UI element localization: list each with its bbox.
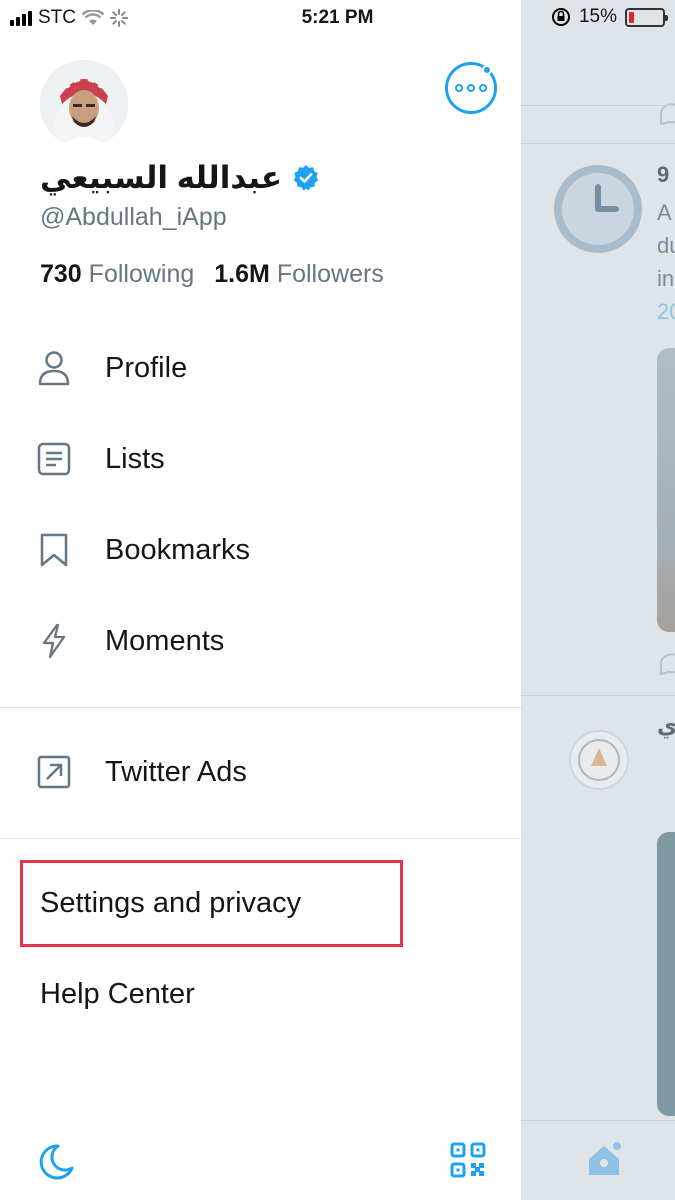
tweet-snippet: in (657, 266, 675, 291)
menu-item-bookmarks[interactable]: Bookmarks (0, 520, 521, 580)
menu-divider (0, 838, 521, 839)
battery-percent: 15% (578, 6, 617, 27)
menu-item-profile[interactable]: Profile (0, 338, 521, 398)
status-bar: STC 5:21 PM 15% (0, 0, 675, 36)
avatar-image (40, 60, 128, 148)
menu-item-moments[interactable]: Moments (0, 611, 521, 671)
tweet-snippet: A (657, 200, 672, 225)
following-count: 730 (40, 260, 82, 288)
menu-item-label: Profile (105, 351, 188, 384)
external-arrow-icon (36, 754, 72, 790)
timeline-divider (521, 143, 675, 144)
tweet-snippet: 9 (657, 162, 670, 187)
tab-bar (521, 1120, 675, 1200)
followers-count: 1.6M (214, 260, 270, 288)
drawer-bottom-bar (0, 1120, 521, 1200)
highlight-box (20, 860, 403, 947)
help-center-link[interactable]: Help Center (40, 978, 195, 1011)
bookmark-icon (36, 532, 72, 568)
timeline-background[interactable]: 9 A du in 20 ي (521, 0, 675, 1200)
reply-icon (659, 653, 675, 676)
clock-icon (562, 173, 634, 245)
menu-item-lists[interactable]: Lists (0, 429, 521, 489)
status-right: 15% (551, 6, 668, 28)
followers-label: Followers (276, 260, 384, 288)
emblem-icon (578, 739, 620, 781)
rotation-lock-icon (551, 8, 570, 26)
qr-code-icon[interactable] (450, 1142, 486, 1178)
lightning-icon (36, 623, 72, 659)
navigation-drawer: عبدالله السبيعي @Abdullah_iApp 730 Follo… (0, 0, 521, 1200)
timeline-divider (521, 105, 675, 106)
more-dot-icon (455, 84, 463, 92)
display-name[interactable]: عبدالله السبيعي (40, 160, 282, 196)
tweet-snippet: du (657, 233, 675, 258)
timeline-divider (521, 695, 675, 696)
more-dot-icon (467, 84, 475, 92)
profile-name-row: عبدالله السبيعي (40, 160, 320, 196)
followers-link[interactable]: 1.6M Followers (214, 260, 384, 289)
reply-icon (659, 103, 675, 126)
night-mode-moon-icon[interactable] (36, 1142, 76, 1182)
avatar[interactable] (40, 60, 128, 148)
tweet-snippet: 20 (657, 299, 675, 324)
tweet-media (657, 832, 675, 1116)
tweet-avatar (554, 165, 642, 253)
menu-item-twitter-ads[interactable]: Twitter Ads (0, 742, 521, 802)
tweet-avatar (569, 730, 629, 790)
battery-level (629, 11, 634, 23)
tweet-snippet: ي (657, 713, 675, 738)
following-link[interactable]: 730 Following (40, 260, 194, 289)
notification-dot (482, 65, 492, 75)
following-label: Following (88, 260, 195, 288)
menu-item-label: Bookmarks (105, 533, 251, 566)
person-icon (36, 350, 72, 386)
home-icon[interactable] (585, 1141, 623, 1179)
follow-stats: 730 Following 1.6M Followers (40, 260, 384, 289)
account-switcher-button[interactable] (445, 62, 497, 114)
verified-badge-icon (293, 165, 319, 191)
menu-item-label: Lists (105, 442, 165, 475)
menu-divider (0, 707, 521, 708)
list-icon (36, 441, 72, 477)
profile-handle: @Abdullah_iApp (40, 203, 227, 231)
menu-item-label: Moments (105, 624, 225, 657)
menu-item-label: Twitter Ads (105, 755, 247, 788)
battery-icon (625, 7, 668, 27)
tweet-media (657, 348, 675, 632)
more-dot-icon (479, 84, 487, 92)
